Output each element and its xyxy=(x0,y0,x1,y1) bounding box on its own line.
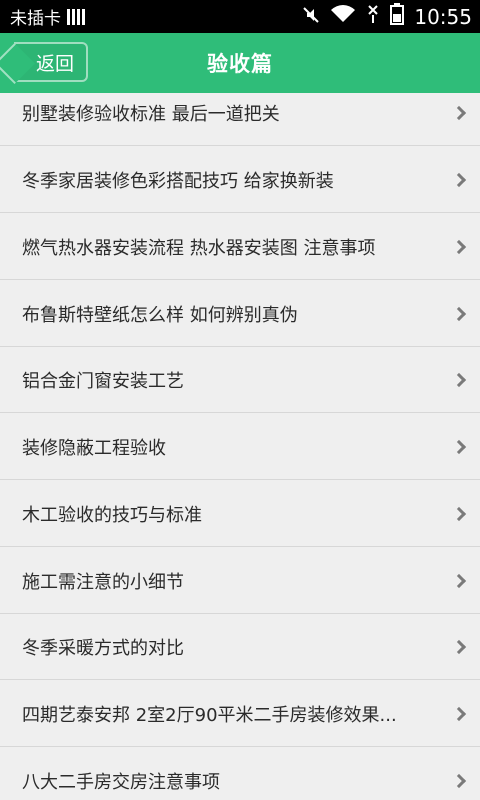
list-item[interactable]: 木工验收的技巧与标准 xyxy=(0,481,480,547)
list-item[interactable]: 八大二手房交房注意事项 xyxy=(0,748,480,800)
chevron-right-icon xyxy=(451,105,467,120)
status-bar: 未插卡 10:55 xyxy=(0,0,480,33)
list-item-label: 冬季家居装修色彩搭配技巧 给家换新装 xyxy=(22,170,334,192)
list-item-label: 施工需注意的小细节 xyxy=(22,571,184,593)
no-signal-icon xyxy=(366,4,380,29)
list-item[interactable]: 别墅装修验收标准 最后一道把关 xyxy=(0,93,480,146)
chevron-right-icon xyxy=(451,773,467,788)
list-item[interactable]: 冬季家居装修色彩搭配技巧 给家换新装 xyxy=(0,147,480,213)
clock: 10:55 xyxy=(414,4,472,29)
list-item-label: 别墅装修验收标准 最后一道把关 xyxy=(22,103,280,125)
list-item-label: 燃气热水器安装流程 热水器安装图 注意事项 xyxy=(22,237,376,259)
mute-icon xyxy=(302,5,320,29)
battery-icon xyxy=(390,3,405,30)
list-item-label: 铝合金门窗安装工艺 xyxy=(22,370,184,392)
list-item[interactable]: 冬季采暖方式的对比 xyxy=(0,614,480,680)
page-title: 验收篇 xyxy=(207,52,273,76)
chevron-right-icon xyxy=(451,573,467,588)
list-item[interactable]: 施工需注意的小细节 xyxy=(0,548,480,614)
list-item[interactable]: 燃气热水器安装流程 热水器安装图 注意事项 xyxy=(0,214,480,280)
article-list: 别墅装修验收标准 最后一道把关 冬季家居装修色彩搭配技巧 给家换新装 燃气热水器… xyxy=(0,93,480,800)
chevron-right-icon xyxy=(451,439,467,454)
list-item[interactable]: 铝合金门窗安装工艺 xyxy=(0,347,480,413)
list-item[interactable]: 布鲁斯特壁纸怎么样 如何辨别真伪 xyxy=(0,281,480,347)
chevron-right-icon xyxy=(451,706,467,721)
list-item-label: 布鲁斯特壁纸怎么样 如何辨别真伪 xyxy=(22,304,298,326)
list-item[interactable]: 四期艺泰安邦 2室2厅90平米二手房装修效果... xyxy=(0,681,480,747)
list-item-label: 冬季采暖方式的对比 xyxy=(22,637,184,659)
wifi-icon xyxy=(330,4,356,29)
carrier-label: 未插卡 xyxy=(10,9,61,29)
chevron-right-icon xyxy=(451,239,467,254)
list-item-label: 装修隐蔽工程验收 xyxy=(22,437,166,459)
list-item-label: 八大二手房交房注意事项 xyxy=(22,771,220,793)
status-right: 10:55 xyxy=(302,3,472,30)
chevron-right-icon xyxy=(451,172,467,187)
list-item[interactable]: 装修隐蔽工程验收 xyxy=(0,414,480,480)
status-left: 未插卡 xyxy=(10,4,85,29)
chevron-right-icon xyxy=(451,306,467,321)
app-header: 返回 验收篇 xyxy=(0,33,480,93)
list-item-label: 木工验收的技巧与标准 xyxy=(22,504,202,526)
chevron-right-icon xyxy=(451,639,467,654)
list-item-label: 四期艺泰安邦 2室2厅90平米二手房装修效果... xyxy=(22,704,397,726)
back-button[interactable]: 返回 xyxy=(14,42,88,82)
chevron-right-icon xyxy=(451,372,467,387)
chevron-right-icon xyxy=(451,506,467,521)
sim-bars-icon xyxy=(67,8,85,25)
